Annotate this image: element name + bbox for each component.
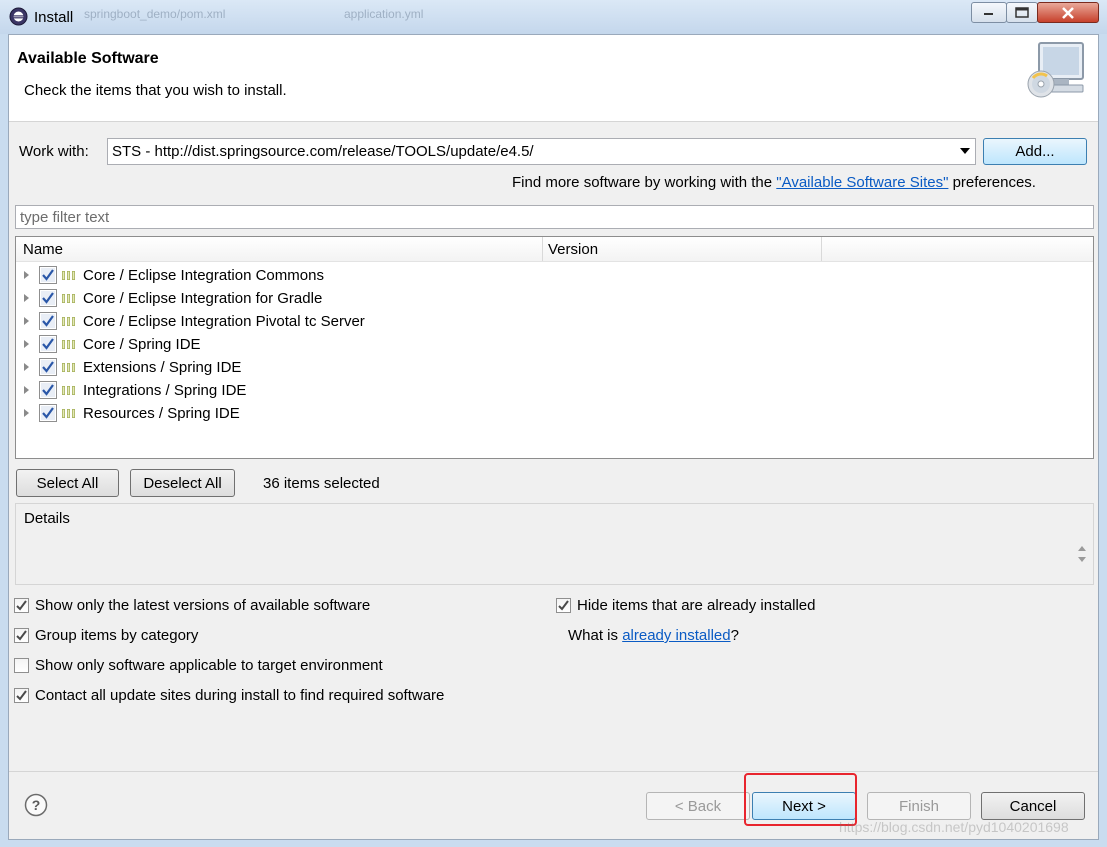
column-divider[interactable] bbox=[542, 237, 543, 261]
tree-row[interactable]: Core / Eclipse Integration for Gradle bbox=[16, 287, 1093, 310]
feature-group-icon bbox=[62, 294, 75, 303]
work-with-label: Work with: bbox=[19, 143, 89, 160]
expand-arrow-icon[interactable] bbox=[24, 271, 29, 279]
details-label: Details bbox=[24, 510, 70, 527]
tree-row-label: Core / Eclipse Integration Pivotal tc Se… bbox=[83, 313, 365, 330]
tree-row-label: Core / Eclipse Integration Commons bbox=[83, 267, 324, 284]
option-checkbox[interactable] bbox=[14, 658, 29, 673]
tree-row[interactable]: Core / Eclipse Integration Commons bbox=[16, 264, 1093, 287]
deselect-all-button[interactable]: Deselect All bbox=[130, 469, 235, 497]
tree-row-checkbox[interactable] bbox=[39, 381, 57, 399]
option-label[interactable]: Group items by category bbox=[35, 627, 198, 644]
window-title: Install bbox=[34, 9, 74, 26]
select-all-button[interactable]: Select All bbox=[16, 469, 119, 497]
software-tree[interactable]: Name Version Core / Eclipse Integration … bbox=[15, 236, 1094, 459]
finish-button[interactable]: Finish bbox=[867, 792, 971, 820]
expand-arrow-icon[interactable] bbox=[24, 294, 29, 302]
add-site-button[interactable]: Add... bbox=[983, 138, 1087, 165]
title-bar[interactable]: Install springboot_demo/pom.xml applicat… bbox=[0, 0, 1107, 34]
feature-group-icon bbox=[62, 271, 75, 280]
dialog-body: Available Software Check the items that … bbox=[8, 34, 1099, 840]
tree-row-checkbox[interactable] bbox=[39, 312, 57, 330]
feature-group-icon bbox=[62, 363, 75, 372]
checkmark-icon bbox=[16, 600, 27, 611]
feature-group-icon bbox=[62, 317, 75, 326]
what-is-prefix: What is bbox=[568, 627, 623, 644]
svg-text:?: ? bbox=[32, 797, 41, 813]
feature-group-icon bbox=[62, 340, 75, 349]
filter-input[interactable]: type filter text bbox=[15, 205, 1094, 229]
available-software-sites-link[interactable]: "Available Software Sites" bbox=[776, 174, 948, 191]
column-header-name[interactable]: Name bbox=[23, 241, 63, 258]
cancel-button[interactable]: Cancel bbox=[981, 792, 1085, 820]
wizard-header: Available Software Check the items that … bbox=[9, 35, 1098, 122]
option-label[interactable]: Show only the latest versions of availab… bbox=[35, 597, 370, 614]
option-label[interactable]: Contact all update sites during install … bbox=[35, 687, 444, 704]
what-is-suffix: ? bbox=[730, 627, 739, 644]
tree-row-checkbox[interactable] bbox=[39, 404, 57, 422]
expand-arrow-icon[interactable] bbox=[24, 386, 29, 394]
tree-row[interactable]: Resources / Spring IDE bbox=[16, 402, 1093, 425]
tree-row-checkbox[interactable] bbox=[39, 358, 57, 376]
feature-group-icon bbox=[62, 386, 75, 395]
background-tab: springboot_demo/pom.xml bbox=[84, 7, 226, 21]
expand-arrow-icon[interactable] bbox=[24, 317, 29, 325]
option-checkbox[interactable] bbox=[14, 598, 29, 613]
expand-arrow-icon[interactable] bbox=[24, 363, 29, 371]
dropdown-arrow-icon[interactable] bbox=[958, 144, 972, 158]
column-divider[interactable] bbox=[821, 237, 822, 261]
tree-header: Name Version bbox=[16, 237, 1093, 262]
find-more-text: Find more software by working with the "… bbox=[512, 174, 1036, 191]
back-button[interactable]: < Back bbox=[646, 792, 750, 820]
install-window: Install springboot_demo/pom.xml applicat… bbox=[0, 0, 1107, 847]
what-is-installed-text: What is already installed? bbox=[568, 627, 739, 644]
checkmark-icon bbox=[16, 630, 27, 641]
footer-divider bbox=[9, 771, 1098, 772]
tree-row[interactable]: Core / Eclipse Integration Pivotal tc Se… bbox=[16, 310, 1093, 333]
close-window-button[interactable] bbox=[1037, 2, 1099, 23]
watermark: https://blog.csdn.net/pyd1040201698 bbox=[839, 819, 1069, 835]
column-header-version[interactable]: Version bbox=[548, 241, 598, 258]
tree-row-label: Resources / Spring IDE bbox=[83, 405, 240, 422]
page-title: Available Software bbox=[17, 50, 159, 67]
option-checkbox[interactable] bbox=[14, 628, 29, 643]
checkmark-icon bbox=[16, 690, 27, 701]
expand-arrow-icon[interactable] bbox=[24, 340, 29, 348]
feature-group-icon bbox=[62, 409, 75, 418]
expand-arrow-icon[interactable] bbox=[24, 409, 29, 417]
background-tab: application.yml bbox=[344, 7, 424, 21]
selection-count: 36 items selected bbox=[263, 475, 380, 492]
help-icon[interactable]: ? bbox=[24, 793, 48, 817]
page-description: Check the items that you wish to install… bbox=[24, 82, 287, 99]
install-software-icon bbox=[1027, 42, 1084, 98]
option-checkbox[interactable] bbox=[14, 688, 29, 703]
tree-row[interactable]: Extensions / Spring IDE bbox=[16, 356, 1093, 379]
minimize-icon bbox=[984, 12, 993, 15]
option-label[interactable]: Show only software applicable to target … bbox=[35, 657, 383, 674]
tree-row-checkbox[interactable] bbox=[39, 289, 57, 307]
tree-row-label: Extensions / Spring IDE bbox=[83, 359, 242, 376]
hide-installed-label[interactable]: Hide items that are already installed bbox=[577, 597, 815, 614]
tree-row-label: Core / Spring IDE bbox=[83, 336, 201, 353]
close-icon bbox=[1062, 6, 1074, 19]
tree-row-checkbox[interactable] bbox=[39, 335, 57, 353]
hide-installed-checkbox[interactable] bbox=[556, 598, 571, 613]
tree-row[interactable]: Integrations / Spring IDE bbox=[16, 379, 1093, 402]
tree-row-label: Core / Eclipse Integration for Gradle bbox=[83, 290, 323, 307]
already-installed-link[interactable]: already installed bbox=[622, 627, 730, 644]
maximize-icon bbox=[1015, 7, 1029, 18]
work-with-combo[interactable]: STS - http://dist.springsource.com/relea… bbox=[107, 138, 976, 165]
checkmark-icon bbox=[558, 600, 569, 611]
tree-row-label: Integrations / Spring IDE bbox=[83, 382, 247, 399]
eclipse-icon bbox=[9, 7, 28, 26]
work-with-value: STS - http://dist.springsource.com/relea… bbox=[112, 143, 534, 160]
scroll-spinner-icon[interactable] bbox=[1077, 544, 1087, 564]
find-more-suffix: preferences. bbox=[948, 174, 1036, 191]
tree-row-checkbox[interactable] bbox=[39, 266, 57, 284]
maximize-button[interactable] bbox=[1006, 2, 1038, 23]
details-group: Details bbox=[15, 503, 1094, 585]
tree-row[interactable]: Core / Spring IDE bbox=[16, 333, 1093, 356]
minimize-button[interactable] bbox=[971, 2, 1007, 23]
find-more-prefix: Find more software by working with the bbox=[512, 174, 777, 191]
